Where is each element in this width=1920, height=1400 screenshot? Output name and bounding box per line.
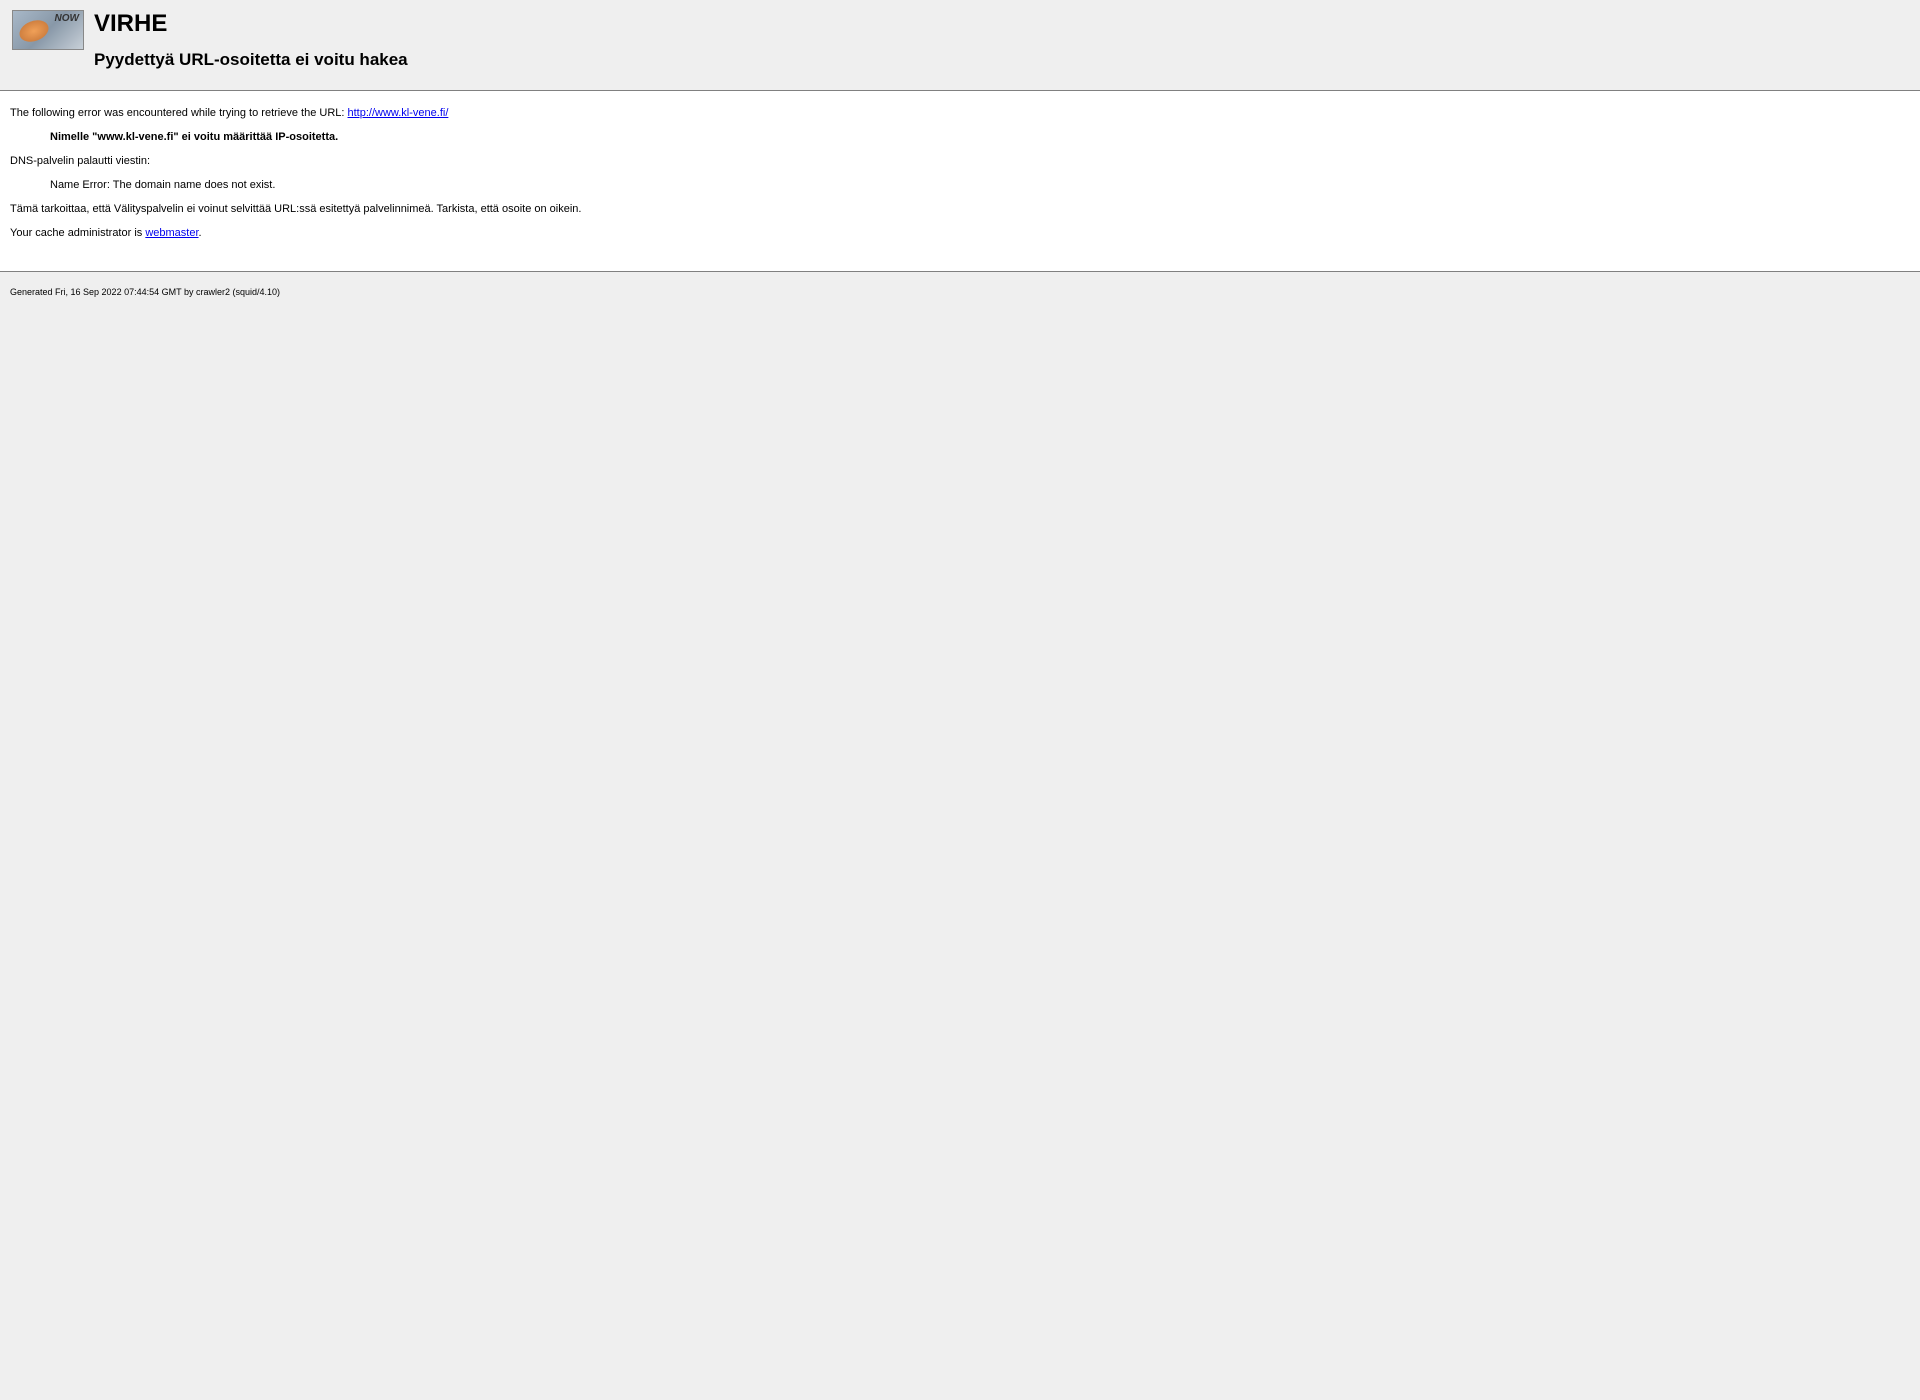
requested-url-link[interactable]: http://www.kl-vene.fi/ — [348, 107, 449, 119]
name-error-message: Name Error: The domain name does not exi… — [50, 179, 1910, 191]
error-title: VIRHE — [94, 10, 408, 38]
intro-paragraph: The following error was encountered whil… — [10, 107, 1910, 119]
dns-error-message: Nimelle "www.kl-vene.fi" ei voitu määrit… — [50, 131, 1910, 143]
generated-timestamp: Generated Fri, 16 Sep 2022 07:44:54 GMT … — [10, 287, 280, 297]
admin-paragraph: Your cache administrator is webmaster. — [10, 227, 1910, 239]
admin-text: Your cache administrator is — [10, 227, 145, 239]
error-subtitle: Pyydettyä URL-osoitetta ei voitu hakea — [94, 50, 408, 70]
webmaster-link[interactable]: webmaster — [145, 227, 198, 239]
header-text-block: VIRHE Pyydettyä URL-osoitetta ei voitu h… — [94, 10, 408, 70]
admin-period: . — [199, 227, 202, 239]
intro-text: The following error was encountered whil… — [10, 107, 348, 119]
error-content: The following error was encountered whil… — [0, 91, 1920, 271]
dns-server-label: DNS-palvelin palautti viestin: — [10, 155, 1910, 167]
squid-now-icon: NOW — [12, 10, 84, 50]
explanation-text: Tämä tarkoittaa, että Välityspalvelin ei… — [10, 203, 1910, 215]
error-header: NOW VIRHE Pyydettyä URL-osoitetta ei voi… — [0, 0, 1920, 80]
footer: Generated Fri, 16 Sep 2022 07:44:54 GMT … — [0, 272, 1920, 310]
icon-label: NOW — [55, 13, 79, 24]
